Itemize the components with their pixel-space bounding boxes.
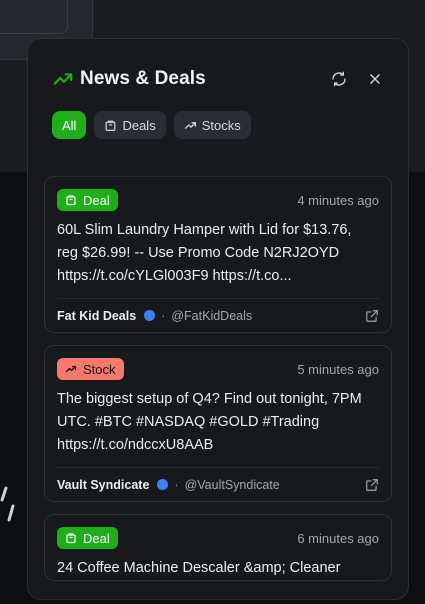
badge-label: Deal bbox=[83, 192, 110, 208]
feed-card[interactable]: Deal 4 minutes ago 60L Slim Laundry Hamp… bbox=[44, 176, 392, 333]
stock-badge: Stock bbox=[57, 358, 124, 380]
bag-icon bbox=[106, 120, 116, 131]
card-footer: Vault Syndicate · @VaultSyndicate bbox=[57, 467, 379, 501]
deal-badge: Deal bbox=[57, 189, 118, 211]
panel-header: News & Deals bbox=[52, 67, 384, 91]
feed-card[interactable]: Stock 5 minutes ago The biggest setup of… bbox=[44, 345, 392, 502]
verified-dot-icon bbox=[157, 479, 169, 490]
badge-label: Stock bbox=[83, 361, 116, 377]
card-footer: Fat Kid Deals · @FatKidDeals bbox=[57, 298, 379, 332]
news-feed: Deal 4 minutes ago 60L Slim Laundry Hamp… bbox=[44, 176, 392, 593]
trend-icon bbox=[65, 365, 77, 373]
author-name[interactable]: Fat Kid Deals bbox=[57, 309, 136, 323]
external-link-icon[interactable] bbox=[365, 478, 379, 492]
filter-stocks[interactable]: Stocks bbox=[173, 111, 251, 139]
card-text: The biggest setup of Q4? Find out tonigh… bbox=[57, 391, 362, 453]
verified-dot-icon bbox=[144, 310, 156, 321]
card-header: Deal 6 minutes ago bbox=[57, 527, 379, 549]
filter-all[interactable]: All bbox=[52, 111, 87, 139]
close-button[interactable] bbox=[366, 70, 384, 88]
filter-deals[interactable]: Deals bbox=[94, 111, 166, 139]
panel-title: News & Deals bbox=[80, 68, 206, 89]
background-slash-marks bbox=[0, 486, 15, 522]
trend-icon bbox=[184, 121, 196, 129]
filter-deals-label: Deals bbox=[122, 117, 156, 133]
filter-chips: All Deals Stocks bbox=[52, 111, 251, 139]
timestamp: 5 minutes ago bbox=[297, 361, 379, 377]
card-text: 24 Coffee Machine Descaler &amp; Cleaner bbox=[57, 560, 341, 576]
card-header: Deal 4 minutes ago bbox=[57, 189, 379, 211]
filter-stocks-label: Stocks bbox=[201, 117, 241, 133]
feed-card[interactable]: Deal 6 minutes ago 24 Coffee Machine Des… bbox=[44, 514, 392, 581]
separator-dot: · bbox=[161, 308, 166, 323]
bag-icon bbox=[66, 533, 76, 544]
trending-up-icon bbox=[53, 73, 73, 85]
bag-icon bbox=[66, 195, 76, 206]
refresh-icon bbox=[332, 71, 346, 87]
author-name[interactable]: Vault Syndicate bbox=[57, 478, 149, 492]
background-card-inner bbox=[0, 0, 68, 34]
external-link-icon[interactable] bbox=[365, 309, 379, 323]
author-handle[interactable]: @FatKidDeals bbox=[171, 309, 252, 323]
badge-label: Deal bbox=[83, 530, 110, 546]
deal-badge: Deal bbox=[57, 527, 118, 549]
header-actions bbox=[330, 70, 384, 88]
author-handle[interactable]: @VaultSyndicate bbox=[185, 478, 280, 492]
filter-all-label: All bbox=[62, 117, 77, 133]
card-header: Stock 5 minutes ago bbox=[57, 358, 379, 380]
news-deals-panel: News & Deals All Deals Stocks Deal 4 min… bbox=[27, 38, 409, 600]
close-icon bbox=[370, 74, 380, 84]
separator-dot: · bbox=[174, 477, 179, 492]
refresh-button[interactable] bbox=[330, 70, 348, 88]
timestamp: 4 minutes ago bbox=[297, 192, 379, 208]
timestamp: 6 minutes ago bbox=[297, 530, 379, 546]
card-text: 60L Slim Laundry Hamper with Lid for $13… bbox=[57, 222, 352, 284]
